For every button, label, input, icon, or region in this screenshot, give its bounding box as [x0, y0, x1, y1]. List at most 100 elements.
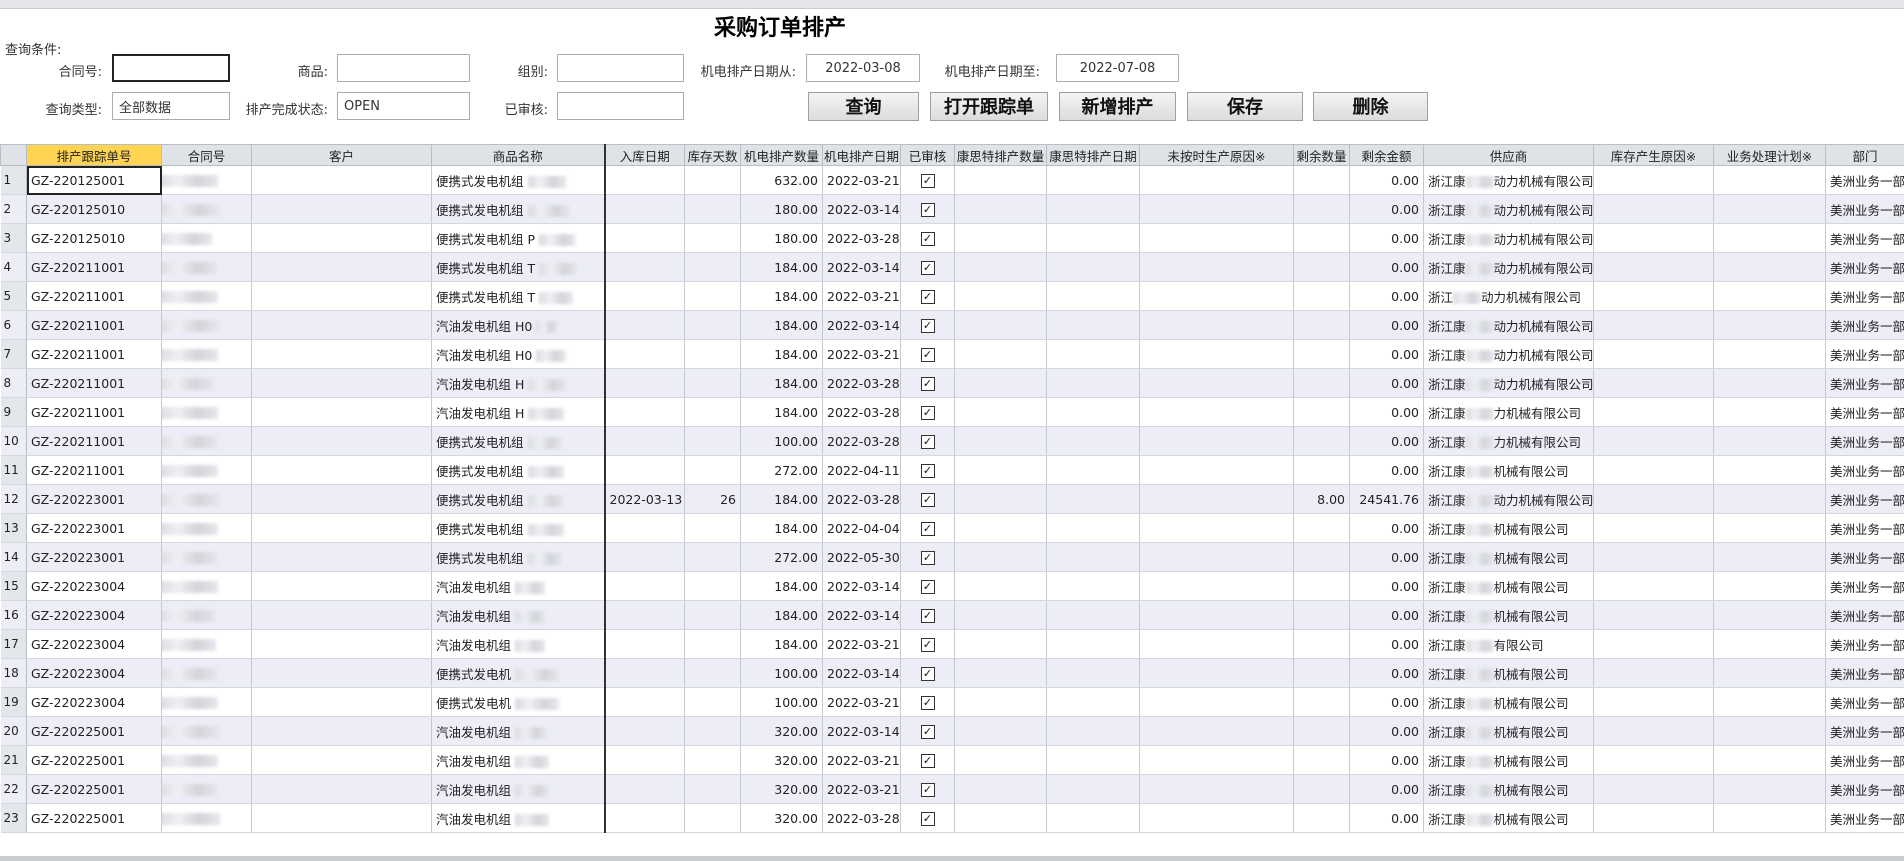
stock-reason-cell[interactable]: [1593, 339, 1714, 369]
table-row[interactable]: 1 GZ-220125001 便携式发电机组 632.00 2022-03-21 ✓ 0.0…: [0, 165, 1904, 195]
product-name-cell[interactable]: 便携式发电机: [431, 658, 606, 688]
delay-reason-cell[interactable]: [1139, 339, 1294, 369]
kangsite-qty-cell[interactable]: [954, 629, 1047, 659]
stock-reason-cell[interactable]: [1593, 310, 1714, 340]
remaining-qty-cell[interactable]: [1293, 687, 1350, 717]
kangsite-date-cell[interactable]: [1046, 513, 1140, 543]
business-plan-cell[interactable]: [1713, 252, 1826, 282]
in-stock-date-cell[interactable]: 2022-03-13: [604, 484, 685, 514]
remaining-amount-cell[interactable]: 0.00: [1349, 716, 1424, 746]
stock-days-cell[interactable]: [684, 281, 741, 311]
contract-cell[interactable]: [161, 745, 252, 775]
customer-cell[interactable]: [251, 484, 432, 514]
tracking-number-cell[interactable]: GZ-220211001: [26, 368, 162, 398]
table-row[interactable]: 8 GZ-220211001 汽油发电机组 H 184.00 2022-03-28 ✓ 0.…: [0, 368, 1904, 398]
date-to-input[interactable]: [1056, 54, 1179, 82]
business-plan-cell[interactable]: [1713, 339, 1826, 369]
customer-cell[interactable]: [251, 252, 432, 282]
product-name-cell[interactable]: 便携式发电机组: [431, 484, 606, 514]
stock-days-cell[interactable]: [684, 252, 741, 282]
remaining-qty-cell[interactable]: [1293, 165, 1350, 195]
schedule-qty-cell[interactable]: 184.00: [740, 310, 823, 340]
contract-cell[interactable]: [161, 368, 252, 398]
customer-cell[interactable]: [251, 571, 432, 601]
schedule-date-cell[interactable]: 2022-03-21: [822, 339, 901, 369]
product-name-cell[interactable]: 汽油发电机组 H0: [431, 339, 606, 369]
schedule-date-cell[interactable]: 2022-03-28: [822, 803, 901, 833]
kangsite-qty-cell[interactable]: [954, 397, 1047, 427]
schedule-date-cell[interactable]: 2022-03-28: [822, 223, 901, 253]
reviewed-checkbox[interactable]: ✓: [920, 812, 935, 826]
stock-reason-cell[interactable]: [1593, 513, 1714, 543]
stock-reason-cell[interactable]: [1593, 252, 1714, 282]
reviewed-cell[interactable]: ✓: [900, 339, 955, 369]
stock-reason-cell[interactable]: [1593, 571, 1714, 601]
stock-reason-cell[interactable]: [1593, 629, 1714, 659]
business-plan-cell[interactable]: [1713, 455, 1826, 485]
delay-reason-cell[interactable]: [1139, 571, 1294, 601]
remaining-amount-cell[interactable]: 0.00: [1349, 281, 1424, 311]
business-plan-cell[interactable]: [1713, 194, 1826, 224]
supplier-cell[interactable]: 浙江康 动力机械有限公司: [1423, 165, 1594, 195]
remaining-amount-cell[interactable]: 0.00: [1349, 803, 1424, 833]
table-row[interactable]: 21 GZ-220225001 汽油发电机组 320.00 2022-03-21 ✓ 0.0…: [0, 745, 1904, 775]
delay-reason-cell[interactable]: [1139, 455, 1294, 485]
stock-reason-cell[interactable]: [1593, 194, 1714, 224]
column-header[interactable]: 供应商: [1423, 144, 1594, 166]
customer-cell[interactable]: [251, 542, 432, 572]
table-row[interactable]: 14 GZ-220223001 便携式发电机组 272.00 2022-05-30 ✓ 0.…: [0, 542, 1904, 572]
kangsite-date-cell[interactable]: [1046, 803, 1140, 833]
reviewed-checkbox[interactable]: ✓: [920, 319, 935, 333]
customer-cell[interactable]: [251, 223, 432, 253]
department-cell[interactable]: 美洲业务一部: [1825, 629, 1904, 659]
department-cell[interactable]: 美洲业务一部: [1825, 281, 1904, 311]
stock-days-cell[interactable]: [684, 542, 741, 572]
business-plan-cell[interactable]: [1713, 513, 1826, 543]
delay-reason-cell[interactable]: [1139, 629, 1294, 659]
remaining-amount-cell[interactable]: 0.00: [1349, 339, 1424, 369]
remaining-qty-cell[interactable]: [1293, 223, 1350, 253]
reviewed-cell[interactable]: ✓: [900, 223, 955, 253]
product-name-cell[interactable]: 便携式发电机组: [431, 513, 606, 543]
kangsite-qty-cell[interactable]: [954, 716, 1047, 746]
delay-reason-cell[interactable]: [1139, 600, 1294, 630]
customer-cell[interactable]: [251, 455, 432, 485]
schedule-qty-cell[interactable]: 184.00: [740, 368, 823, 398]
business-plan-cell[interactable]: [1713, 774, 1826, 804]
table-row[interactable]: 12 GZ-220223001 便携式发电机组 2022-03-13 26 184.00 2…: [0, 484, 1904, 514]
remaining-qty-cell[interactable]: [1293, 774, 1350, 804]
contract-cell[interactable]: [161, 803, 252, 833]
delay-reason-cell[interactable]: [1139, 774, 1294, 804]
contract-cell[interactable]: [161, 455, 252, 485]
schedule-qty-cell[interactable]: 320.00: [740, 716, 823, 746]
reviewed-cell[interactable]: ✓: [900, 687, 955, 717]
reviewed-checkbox[interactable]: ✓: [920, 580, 935, 594]
business-plan-cell[interactable]: [1713, 484, 1826, 514]
kangsite-qty-cell[interactable]: [954, 745, 1047, 775]
remaining-qty-cell[interactable]: [1293, 600, 1350, 630]
tracking-number-cell[interactable]: GZ-220223001: [26, 513, 162, 543]
delay-reason-cell[interactable]: [1139, 281, 1294, 311]
delay-reason-cell[interactable]: [1139, 252, 1294, 282]
supplier-cell[interactable]: 浙江康 动力机械有限公司: [1423, 194, 1594, 224]
customer-cell[interactable]: [251, 716, 432, 746]
delay-reason-cell[interactable]: [1139, 658, 1294, 688]
remaining-amount-cell[interactable]: 0.00: [1349, 629, 1424, 659]
schedule-date-cell[interactable]: 2022-03-21: [822, 687, 901, 717]
in-stock-date-cell[interactable]: [604, 165, 685, 195]
stock-days-cell[interactable]: [684, 397, 741, 427]
table-row[interactable]: 2 GZ-220125010 便携式发电机组 180.00 2022-03-14 ✓ 0.0…: [0, 194, 1904, 224]
kangsite-date-cell[interactable]: [1046, 397, 1140, 427]
schedule-qty-cell[interactable]: 320.00: [740, 803, 823, 833]
business-plan-cell[interactable]: [1713, 600, 1826, 630]
reviewed-cell[interactable]: ✓: [900, 600, 955, 630]
remaining-amount-cell[interactable]: 24541.76: [1349, 484, 1424, 514]
schedule-qty-cell[interactable]: 184.00: [740, 397, 823, 427]
kangsite-qty-cell[interactable]: [954, 223, 1047, 253]
schedule-qty-cell[interactable]: 272.00: [740, 455, 823, 485]
supplier-cell[interactable]: 浙江康 机械有限公司: [1423, 658, 1594, 688]
contract-cell[interactable]: [161, 194, 252, 224]
product-name-cell[interactable]: 汽油发电机组 H0: [431, 310, 606, 340]
department-cell[interactable]: 美洲业务一部: [1825, 397, 1904, 427]
kangsite-qty-cell[interactable]: [954, 281, 1047, 311]
